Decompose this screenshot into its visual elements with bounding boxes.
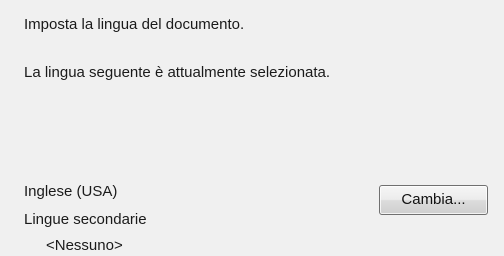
secondary-languages-label: Lingue secondarie — [24, 211, 147, 228]
language-settings-panel: Imposta la lingua del documento. La ling… — [0, 0, 504, 256]
secondary-languages-value: <Nessuno> — [46, 237, 123, 254]
current-selection-text: La lingua seguente è attualmente selezio… — [24, 64, 331, 81]
change-language-button[interactable]: Cambia... — [379, 185, 488, 215]
selected-language: Inglese (USA) — [24, 183, 118, 200]
intro-text: Imposta la lingua del documento. — [24, 16, 245, 33]
